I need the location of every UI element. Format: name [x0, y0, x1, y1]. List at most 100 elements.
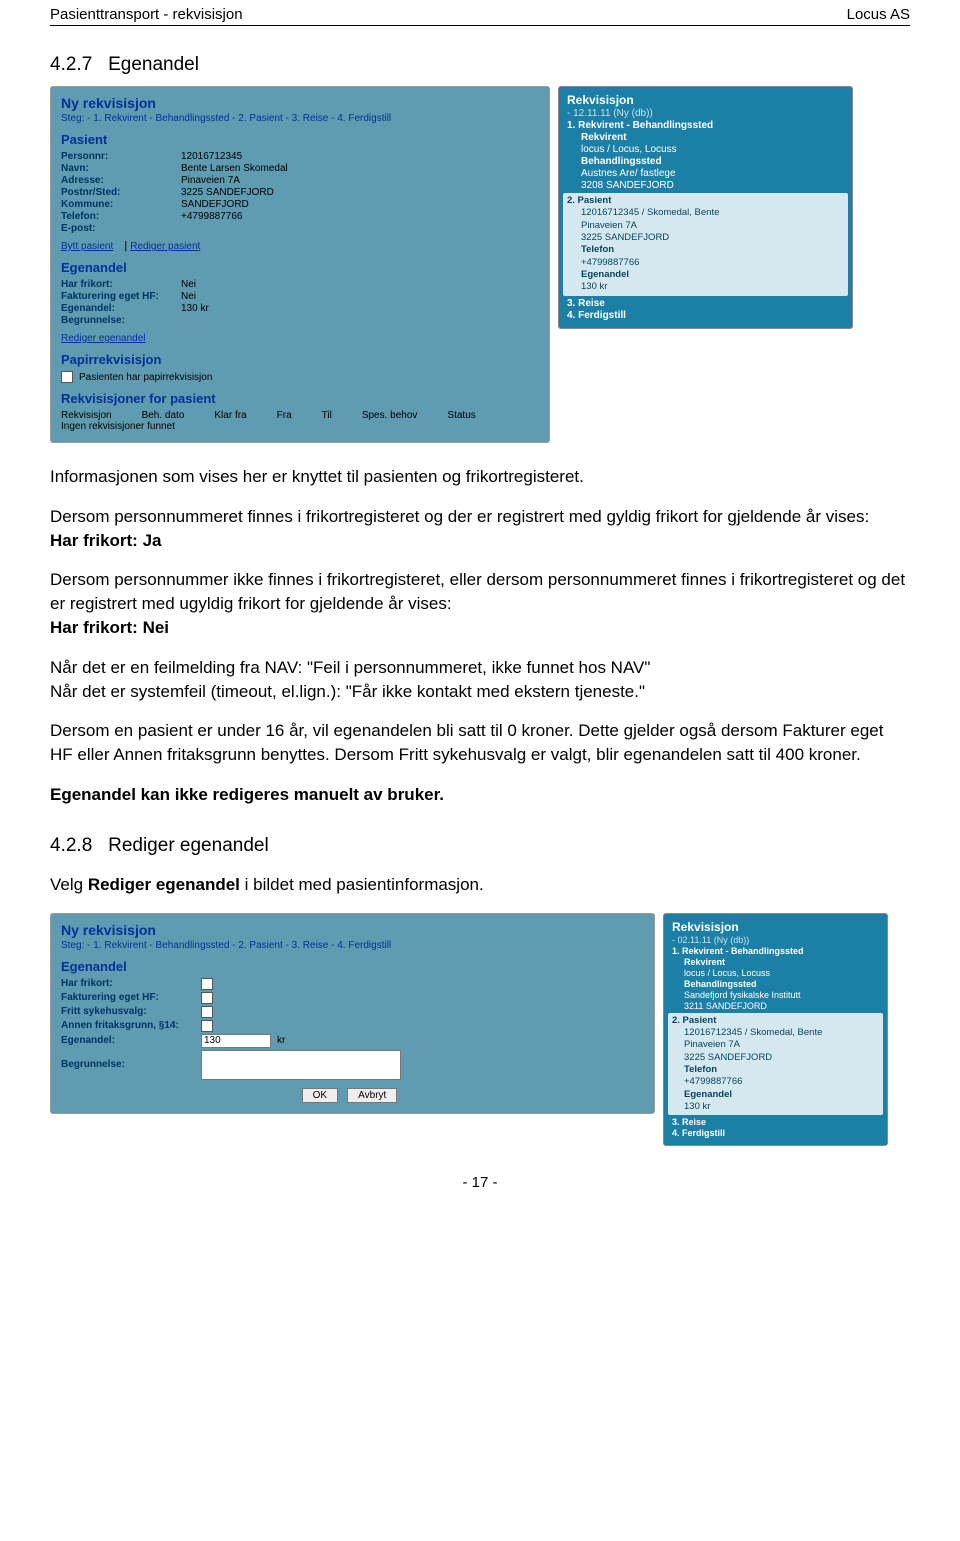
behandlingssted-v2: 3211 SANDEFJORD — [684, 1001, 879, 1011]
p-addr: Pinaveien 7A — [684, 1039, 879, 1051]
p-eg-h: Egenandel — [684, 1089, 879, 1101]
p-id: 12016712345 / Skomedal, Bente — [581, 207, 844, 219]
step-3[interactable]: 3. Reise — [567, 298, 844, 309]
fritt-checkbox[interactable] — [201, 1006, 213, 1018]
wizard-steps: Steg: - 1. Rekvirent - Behandlingssted -… — [61, 940, 644, 951]
page-number: - 17 - — [50, 1174, 910, 1191]
annen-checkbox[interactable] — [201, 1020, 213, 1032]
text: i bildet med pasientinformasjon. — [240, 875, 484, 894]
label-fritt: Fritt sykehusvalg: — [61, 1006, 201, 1017]
avbryt-button[interactable]: Avbryt — [347, 1088, 397, 1103]
header-left: Pasienttransport - rekvisisjon — [50, 6, 243, 23]
step-4[interactable]: 4. Ferdigstill — [672, 1128, 879, 1138]
summary-date: - 02.11.11 (Ny (db)) — [672, 935, 879, 945]
label-frikort: Har frikort: — [61, 279, 181, 290]
rekvirent-v: locus / Locus, Locuss — [684, 968, 879, 978]
left-panel: Ny rekvisisjon Steg: - 1. Rekvirent - Be… — [50, 86, 550, 443]
text: Når det er systemfeil (timeout, el.lign.… — [50, 682, 645, 701]
label-egenandel: Egenandel: — [61, 1035, 201, 1046]
papir-checkbox-label: Pasienten har papirrekvisisjon — [79, 372, 212, 383]
page-header: Pasienttransport - rekvisisjon Locus AS — [50, 0, 910, 26]
rekvirent-v: locus / Locus, Locuss — [581, 144, 844, 155]
rekvirent-h: Rekvirent — [684, 957, 879, 967]
paragraph-bold: Egenandel kan ikke redigeres manuelt av … — [50, 783, 910, 807]
rediger-egenandel-link[interactable]: Rediger egenandel — [61, 333, 146, 344]
screenshot-2: Ny rekvisisjon Steg: - 1. Rekvirent - Be… — [50, 913, 910, 1147]
rekvirent-h: Rekvirent — [581, 132, 844, 143]
th-spes: Spes. behov — [362, 410, 418, 421]
papir-heading: Papirrekvisisjon — [61, 352, 539, 367]
step-3[interactable]: 3. Reise — [672, 1117, 879, 1127]
panel-title: Ny rekvisisjon — [61, 922, 644, 938]
label-fakturering: Fakturering eget HF: — [61, 291, 181, 302]
text: Velg — [50, 875, 88, 894]
bold-text: Har frikort: Nei — [50, 618, 169, 637]
right-summary-panel-2: Rekvisisjon - 02.11.11 (Ny (db)) 1. Rekv… — [663, 913, 888, 1147]
summary-title: Rekvisisjon — [567, 93, 844, 107]
step-2-active[interactable]: 2. Pasient 12016712345 / Skomedal, Bente… — [563, 193, 848, 296]
th-til: Til — [322, 410, 332, 421]
left-panel-2: Ny rekvisisjon Steg: - 1. Rekvirent - Be… — [50, 913, 655, 1114]
egenandel-heading: Egenandel — [61, 260, 539, 275]
pasient-heading: Pasient — [61, 132, 539, 147]
bytt-pasient-link[interactable]: Bytt pasient — [61, 241, 113, 252]
p-post: 3225 SANDEFJORD — [581, 232, 844, 244]
fakturering-checkbox[interactable] — [201, 992, 213, 1004]
step-4[interactable]: 4. Ferdigstill — [567, 310, 844, 321]
p-eg-h: Egenandel — [581, 269, 844, 281]
p-post: 3225 SANDEFJORD — [684, 1052, 879, 1064]
rediger-pasient-link[interactable]: Rediger pasient — [130, 241, 200, 252]
paragraph: Dersom en pasient er under 16 år, vil eg… — [50, 719, 910, 767]
egenandel-heading: Egenandel — [61, 959, 644, 974]
papir-checkbox[interactable] — [61, 371, 73, 383]
text: Dersom personnummeret finnes i frikortre… — [50, 507, 869, 526]
label-navn: Navn: — [61, 163, 181, 174]
step-2-active[interactable]: 2. Pasient 12016712345 / Skomedal, Bente… — [668, 1013, 883, 1116]
value-frikort: Nei — [181, 279, 196, 290]
paragraph: Når det er en feilmelding fra NAV: "Feil… — [50, 656, 910, 704]
begrunnelse-input[interactable] — [201, 1050, 401, 1080]
th-status: Status — [447, 410, 475, 421]
bold-text: Egenandel kan ikke redigeres manuelt av … — [50, 785, 444, 804]
bold-text: Rediger egenandel — [88, 875, 240, 894]
frikort-checkbox[interactable] — [201, 978, 213, 990]
label-fakturering: Fakturering eget HF: — [61, 992, 201, 1003]
step-1[interactable]: 1. Rekvirent - Behandlingssted — [567, 120, 844, 131]
behandlingssted-v2: 3208 SANDEFJORD — [581, 180, 844, 191]
label-frikort: Har frikort: — [61, 978, 201, 989]
separator: | — [124, 240, 127, 252]
p-tel-h: Telefon — [581, 244, 844, 256]
paragraph: Dersom personnummer ikke finnes i frikor… — [50, 568, 910, 639]
label-epost: E-post: — [61, 223, 181, 234]
table-header: Rekvisisjon Beh. dato Klar fra Fra Til S… — [61, 410, 539, 421]
p-eg-v: 130 kr — [684, 1101, 879, 1113]
right-summary-panel: Rekvisisjon - 12.11.11 (Ny (db)) 1. Rekv… — [558, 86, 853, 329]
th-rekvisisjon: Rekvisisjon — [61, 410, 112, 421]
th-fra: Fra — [277, 410, 292, 421]
label-begrunnelse: Begrunnelse: — [61, 1059, 201, 1070]
value-adresse: Pinaveien 7A — [181, 175, 240, 186]
step-1[interactable]: 1. Rekvirent - Behandlingssted — [672, 946, 879, 956]
bold-text: Har frikort: Ja — [50, 531, 161, 550]
paragraph: Informasjonen som vises her er knyttet t… — [50, 465, 910, 489]
p-eg-v: 130 kr — [581, 281, 844, 293]
label-telefon: Telefon: — [61, 211, 181, 222]
p-tel-v: +4799887766 — [684, 1076, 879, 1088]
ok-button[interactable]: OK — [302, 1088, 338, 1103]
value-egenandel: 130 kr — [181, 303, 209, 314]
text: Dersom personnummer ikke finnes i frikor… — [50, 570, 905, 613]
label-personnr: Personnr: — [61, 151, 181, 162]
text: Når det er en feilmelding fra NAV: "Feil… — [50, 658, 650, 677]
section-heading-2: 4.2.8 Rediger egenandel — [50, 835, 910, 857]
section-num: 4.2.8 — [50, 835, 92, 856]
p-tel-v: +4799887766 — [581, 257, 844, 269]
summary-title: Rekvisisjon — [672, 920, 879, 934]
egenandel-unit: kr — [277, 1035, 285, 1046]
p-tel-h: Telefon — [684, 1064, 879, 1076]
egenandel-input[interactable] — [201, 1034, 271, 1048]
label-postnr: Postnr/Sted: — [61, 187, 181, 198]
section-num: 4.2.7 — [50, 54, 92, 75]
rekvisisjoner-heading: Rekvisisjoner for pasient — [61, 391, 539, 406]
step-2-label: 2. Pasient — [672, 1015, 879, 1027]
paragraph: Velg Rediger egenandel i bildet med pasi… — [50, 873, 910, 897]
